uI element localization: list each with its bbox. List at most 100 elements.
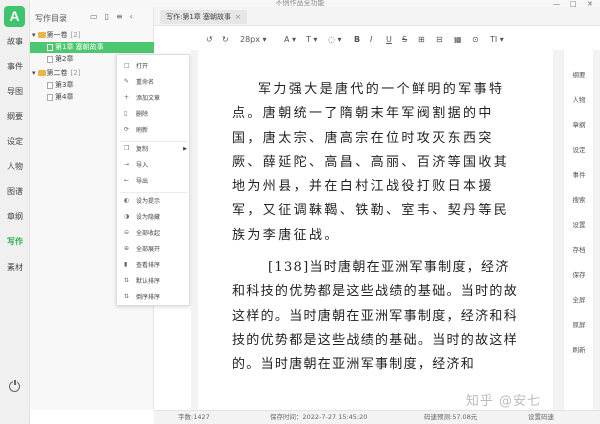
- typing-rate: 码速预测:57.08元: [424, 413, 478, 421]
- menu-separator: [120, 192, 188, 193]
- rsb-item[interactable]: 人物: [564, 95, 594, 105]
- rsb-item[interactable]: 搜索: [564, 195, 594, 205]
- sort-icon: ⇅: [124, 293, 130, 300]
- import-icon: →: [124, 161, 130, 168]
- rsb-item[interactable]: 章纲: [564, 120, 594, 130]
- rail-item-characters[interactable]: 人物: [0, 161, 30, 173]
- rail-item-graph[interactable]: 图谱: [0, 186, 30, 198]
- paragraph: [138]当时唐朝在亚洲军事制度，经济和科技的优势都是这些战绩的基础。当时的故这…: [232, 260, 519, 373]
- rail-item-materials[interactable]: 素材: [0, 262, 30, 274]
- rate-settings-button[interactable]: 设置码速: [528, 411, 554, 424]
- folder-icon: [37, 31, 46, 38]
- rsb-item[interactable]: 刷新: [564, 345, 594, 355]
- folder-icon: [37, 69, 46, 76]
- menu-item-rename[interactable]: ✎ 重命名: [117, 76, 191, 89]
- editor-scrollbar[interactable]: [553, 50, 563, 410]
- redo-button[interactable]: ↻: [222, 31, 229, 48]
- font-color-select[interactable]: A ▾: [284, 31, 296, 48]
- editor-text[interactable]: 军力强大是唐代的一个鲜明的军事特点。唐朝统一了隋朝末年军阀割据的中国，唐太宗、唐…: [232, 78, 522, 378]
- menu-item-set-hidden[interactable]: ◑ 设为隐藏: [117, 211, 191, 224]
- document-icon: [47, 55, 53, 63]
- menu-item-expand-all[interactable]: ⊕ 全部展开: [117, 243, 191, 256]
- folder-add-icon[interactable]: ▭: [90, 12, 105, 21]
- bookmark-icon: ▮: [124, 261, 128, 268]
- left-nav-rail: A 故事 事件 导图 纲要 设定 人物 图谱 章纲 写作 素材: [0, 0, 30, 424]
- outdent-button[interactable]: ⊟: [436, 31, 443, 48]
- rsb-item[interactable]: 原屏: [564, 320, 594, 330]
- rsb-item[interactable]: 设定: [564, 145, 594, 155]
- font-style-select[interactable]: T ▾: [306, 31, 317, 48]
- document-icon: [47, 93, 53, 101]
- document-icon: [47, 81, 53, 89]
- rail-item-story[interactable]: 故事: [0, 36, 30, 48]
- right-gutter: [593, 50, 600, 410]
- outline-toolbar: ▭▯≡‹: [90, 12, 140, 21]
- menu-item-delete[interactable]: ▯ 删除: [117, 108, 191, 121]
- rail-item-writing[interactable]: 写作: [0, 236, 30, 248]
- right-sidebar: 纲要 人物 章纲 设定 事件 搜索 设置 存档 保存 全屏 原屏 刷新: [563, 50, 593, 410]
- menu-item-view-sort[interactable]: ▮ 查看排序: [117, 259, 191, 272]
- paragraph-select[interactable]: ◌ ▾: [328, 31, 342, 48]
- strike-button[interactable]: S: [402, 31, 407, 48]
- tree-volume[interactable]: ▾ 第一卷 [2]: [30, 30, 154, 41]
- trash-icon: ▯: [124, 110, 128, 117]
- menu-item-export[interactable]: ← 导出: [117, 175, 191, 188]
- rail-item-settings[interactable]: 设定: [0, 136, 30, 148]
- rail-item-chapter-outline[interactable]: 章纲: [0, 211, 30, 223]
- open-icon: □: [124, 62, 130, 69]
- rsb-item[interactable]: 纲要: [564, 70, 594, 80]
- power-icon[interactable]: [9, 379, 20, 392]
- rail-item-mindmap[interactable]: 导图: [0, 86, 30, 98]
- indent-button[interactable]: ⊞: [418, 31, 425, 48]
- submenu-arrow-icon: ▶: [183, 146, 187, 152]
- rename-icon: ✎: [124, 78, 130, 85]
- table-button[interactable]: ▦: [454, 31, 462, 48]
- toggle-icon: ◐: [124, 197, 130, 204]
- collapse-all-icon: ⊖: [124, 229, 130, 236]
- tab-close-icon[interactable]: ×: [235, 13, 241, 21]
- menu-item-open[interactable]: □ 打开: [117, 60, 191, 73]
- rsb-item[interactable]: 设置: [564, 220, 594, 230]
- export-icon: ←: [124, 177, 130, 184]
- tree-chapter[interactable]: 第1章 塞朝故事: [30, 42, 154, 53]
- bold-button[interactable]: B: [354, 31, 360, 48]
- list-icon[interactable]: ≡: [116, 12, 130, 21]
- paragraph: 军力强大是唐代的一个鲜明的军事特点。唐朝统一了隋朝末年军阀割据的中国，唐太宗、唐…: [232, 82, 510, 243]
- watermark: 知乎 @安七: [465, 394, 541, 409]
- menu-item-import[interactable]: → 导入: [117, 159, 191, 172]
- word-count: 字数:1427: [178, 413, 210, 421]
- editor-left-gutter: [191, 50, 198, 410]
- editor-area[interactable]: 军力强大是唐代的一个鲜明的军事特点。唐朝统一了隋朝末年军阀割据的中国，唐太宗、唐…: [198, 50, 553, 410]
- context-menu: □ 打开 ✎ 重命名 + 添加文章 ▯ 删除 ⟳ 刷新 ❐ 复制 ▶ → 导入 ← 导出 ◐ 设为提…: [116, 54, 190, 306]
- menu-item-collapse-all[interactable]: ⊖ 全部收起: [117, 227, 191, 240]
- menu-item-add-article[interactable]: + 添加文章: [117, 92, 191, 105]
- text-format-select[interactable]: TI ▾: [490, 31, 504, 48]
- rsb-item[interactable]: 保存: [564, 270, 594, 280]
- rsb-item[interactable]: 全屏: [564, 295, 594, 305]
- tab-writing[interactable]: 写作:第1章 塞朝故事 ×: [160, 10, 247, 24]
- rail-item-outline[interactable]: 纲要: [0, 111, 30, 123]
- rsb-item[interactable]: 事件: [564, 170, 594, 180]
- app-logo: A: [4, 6, 25, 27]
- menu-item-copy[interactable]: ❐ 复制 ▶: [117, 143, 191, 156]
- menu-item-default-sort[interactable]: ⇅ 默认排序: [117, 275, 191, 288]
- app-window: { "app": {"title": "不例作品全功能", "logo": "A…: [0, 0, 600, 424]
- menu-item-set-hint[interactable]: ◐ 设为提示: [117, 195, 191, 208]
- toggle-icon: ◑: [124, 213, 130, 220]
- menu-item-reverse-sort[interactable]: ⇅ 倒序排序: [117, 291, 191, 304]
- menu-item-refresh[interactable]: ⟳ 刷新: [117, 124, 191, 137]
- collapse-icon[interactable]: ‹: [130, 12, 140, 21]
- italic-button[interactable]: I: [370, 31, 372, 48]
- emoji-button[interactable]: ⊙: [472, 31, 479, 48]
- menu-separator: [120, 141, 188, 142]
- save-time: 保存时间：2022-7-27 15:45:20: [270, 413, 368, 421]
- copy-icon: ❐: [124, 145, 130, 152]
- underline-button[interactable]: U: [386, 31, 392, 48]
- font-size-select[interactable]: 28px ▾: [240, 31, 267, 48]
- doc-add-icon[interactable]: ▯: [105, 12, 116, 21]
- undo-button[interactable]: ↺: [206, 31, 213, 48]
- rsb-item[interactable]: 存档: [564, 245, 594, 255]
- rail-item-events[interactable]: 事件: [0, 61, 30, 73]
- plus-icon: +: [124, 94, 130, 101]
- tab-bar: 写作:第1章 塞朝故事 ×: [154, 7, 600, 26]
